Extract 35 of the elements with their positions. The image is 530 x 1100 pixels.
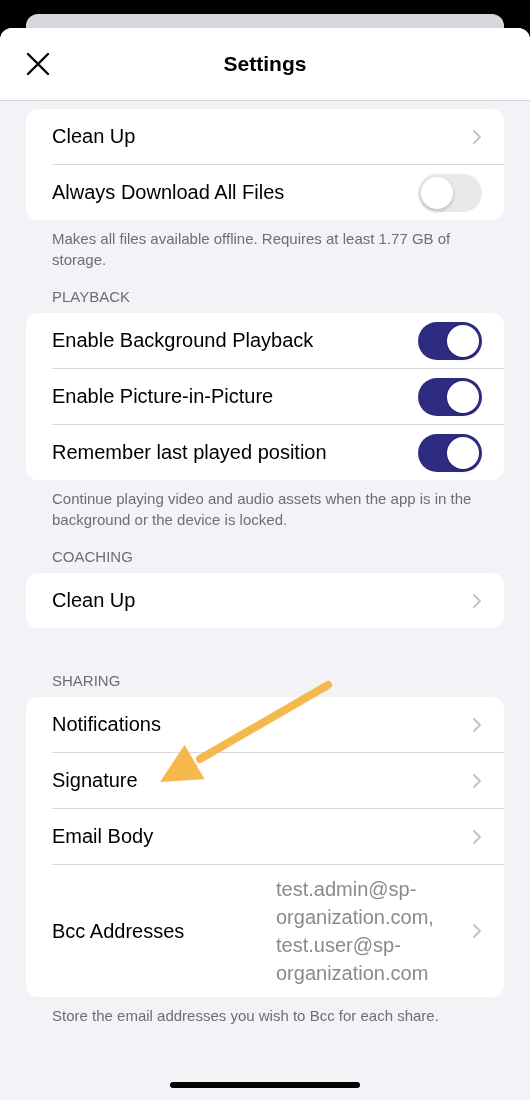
- section-header: SHARING: [51, 672, 122, 691]
- row-label: Clean Up: [52, 125, 136, 148]
- settings-row[interactable]: Notifications: [26, 697, 504, 752]
- row-label: Enable Picture-in-Picture: [52, 385, 274, 408]
- settings-row[interactable]: Clean Up: [26, 573, 504, 628]
- chevron-icon: [472, 128, 482, 145]
- section-footer: Store the email addresses you wish to Bcc for each share.: [26, 997, 504, 1026]
- sheet-title: Settings: [223, 52, 307, 76]
- settings-row[interactable]: Bcc Addresses test.admin@sp-organization.com, test.user@sp-organization.com: [26, 865, 504, 997]
- settings-row[interactable]: Signature: [26, 753, 504, 808]
- row-label: Signature: [52, 769, 138, 792]
- chevron-icon: [472, 716, 482, 733]
- row-value: test.admin@sp-organization.com, test.user@sp-organization.com: [276, 877, 435, 986]
- settings-row[interactable]: Email Body: [26, 809, 504, 864]
- section-footer: Continue playing video and audio assets when the app is in the background or the device is locked.: [26, 480, 504, 530]
- toggle-switch[interactable]: [418, 321, 482, 360]
- toggle-switch[interactable]: [418, 433, 482, 472]
- chevron-icon: [472, 828, 482, 845]
- close-icon: [26, 52, 50, 76]
- section-footer: Makes all files available offline. Requires at least 1.77 GB of storage.: [26, 220, 504, 270]
- row-label: Email Body: [52, 825, 154, 848]
- toggle-switch[interactable]: [418, 173, 482, 212]
- row-label: Enable Background Playback: [52, 329, 314, 352]
- row-label: Always Download All Files: [52, 181, 285, 204]
- settings-row[interactable]: Clean Up: [26, 109, 504, 164]
- section-header: PLAYBACK: [51, 288, 132, 307]
- chevron-icon: [472, 772, 482, 789]
- chevron-icon: [472, 923, 482, 939]
- row-label: Notifications: [52, 713, 161, 736]
- row-label: Remember last played position: [52, 441, 327, 464]
- row-label: Bcc Addresses: [52, 919, 185, 943]
- section-header: COACHING: [51, 548, 134, 567]
- chevron-icon: [472, 592, 482, 609]
- row-label: Clean Up: [52, 589, 136, 612]
- toggle-switch[interactable]: [418, 377, 482, 416]
